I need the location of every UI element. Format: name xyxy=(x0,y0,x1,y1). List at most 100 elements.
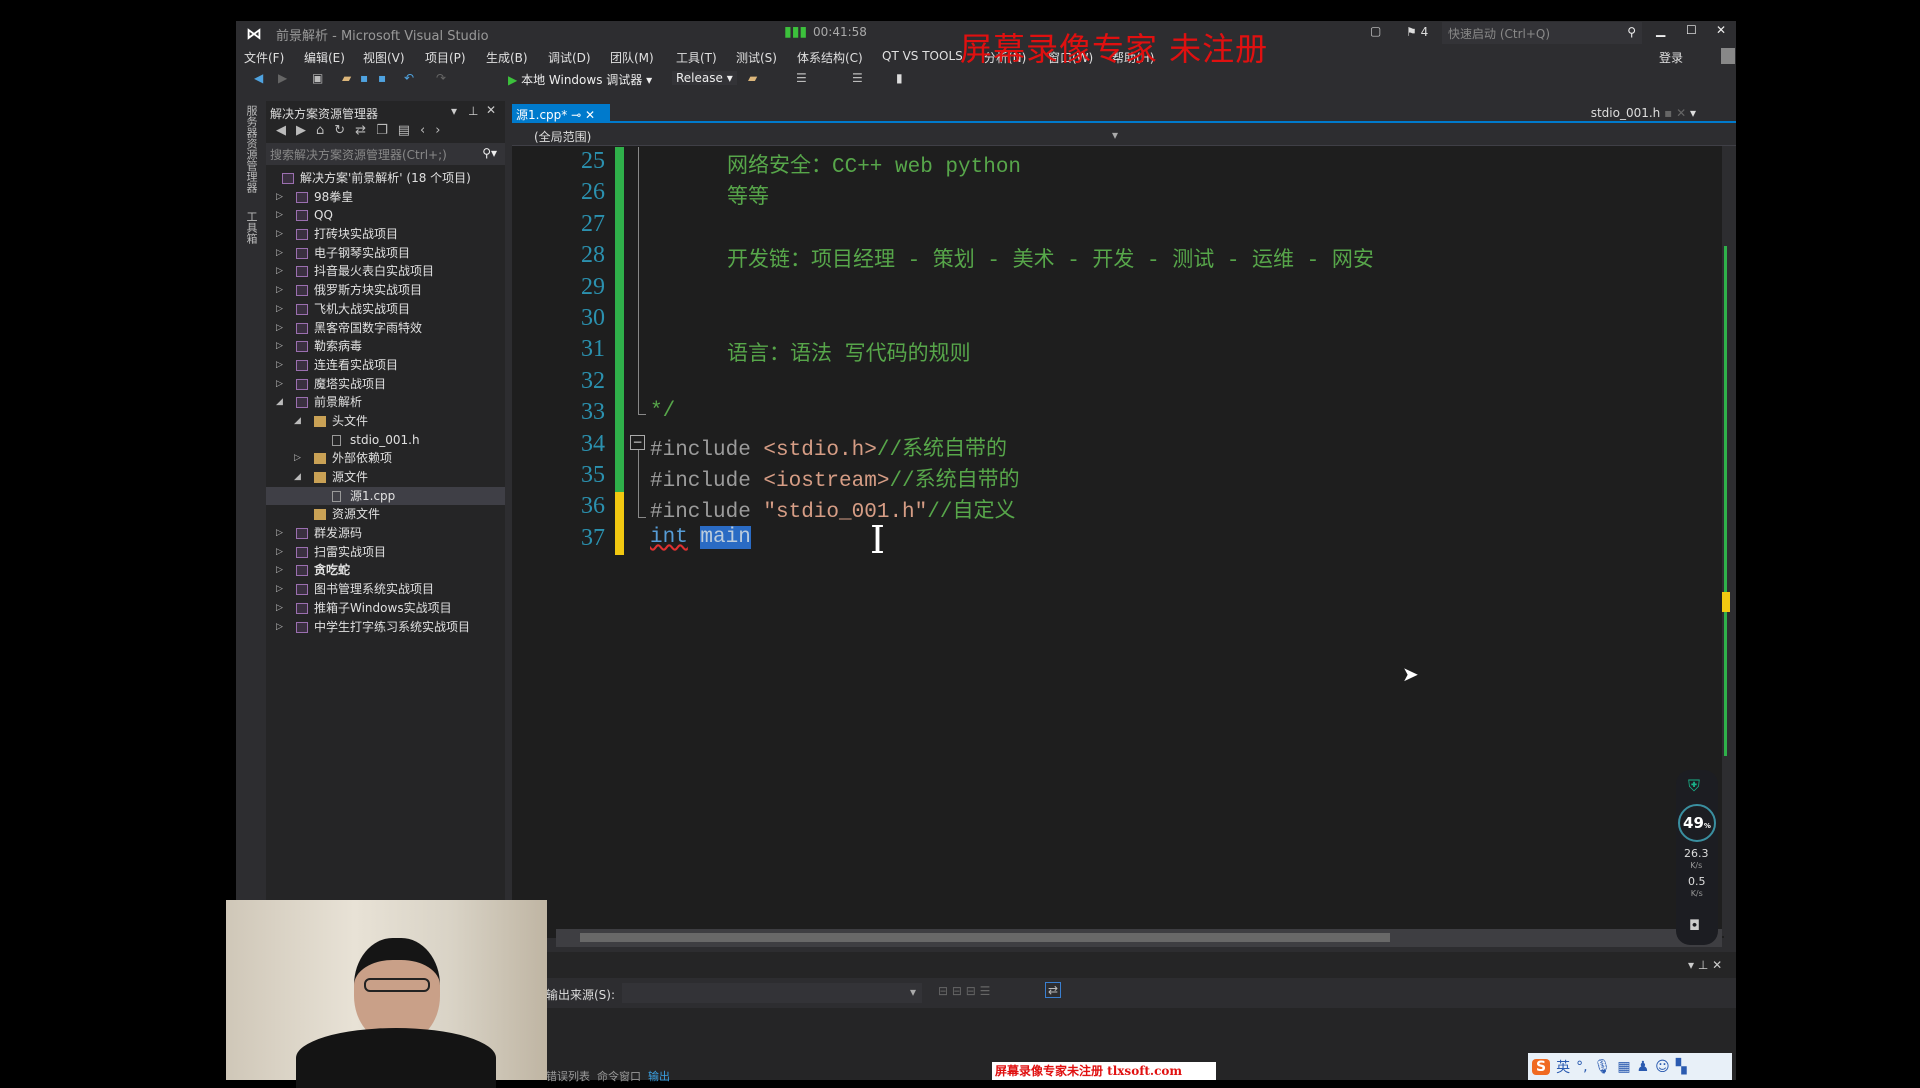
scope-dropdown[interactable]: (全局范围) ▾ xyxy=(512,125,1736,146)
save-icon[interactable]: ▪ xyxy=(360,71,368,85)
microphone-icon[interactable]: 🎙 xyxy=(1594,1059,1612,1075)
expand-right-icon[interactable]: ▷ xyxy=(276,599,283,618)
tree-node[interactable]: ▷ 勒索病毒 xyxy=(266,337,505,356)
indent-icon[interactable]: ☰ xyxy=(796,71,807,85)
tree-node[interactable]: ▷ 中学生打字练习系统实战项目 xyxy=(266,618,505,637)
tree-node[interactable]: ▷ 98拳皇 xyxy=(266,188,505,207)
tree-node[interactable]: ▷ 贪吃蛇 xyxy=(266,561,505,580)
skin-icon[interactable]: ♟ xyxy=(1637,1059,1650,1075)
maximize-button[interactable]: ☐ xyxy=(1686,23,1697,37)
assistant-icon[interactable]: ☺ xyxy=(1655,1059,1670,1075)
tree-node[interactable]: ◢ 头文件 xyxy=(266,412,505,431)
find-in-files-icon[interactable]: ▰ xyxy=(748,71,757,85)
punctuation-icon[interactable]: °, xyxy=(1576,1059,1587,1075)
config-dropdown[interactable]: Release ▾ xyxy=(672,71,737,85)
tree-node[interactable]: ▷ 连连看实战项目 xyxy=(266,356,505,375)
menu-build[interactable]: 生成(B) xyxy=(486,49,528,66)
home-icon[interactable]: ⌂ xyxy=(316,123,334,138)
screenshot-icon[interactable]: ◘ xyxy=(1689,918,1700,934)
server-explorer-tab[interactable]: 服务器资源管理器 xyxy=(243,105,259,193)
tab-error-list[interactable]: 错误列表 xyxy=(546,1070,590,1083)
tree-node[interactable]: ▷ 电子钢琴实战项目 xyxy=(266,244,505,263)
sogou-logo-icon[interactable]: S xyxy=(1532,1058,1551,1075)
expand-right-icon[interactable]: ▷ xyxy=(276,524,283,543)
code-line[interactable]: 网络安全：CC++ web python xyxy=(727,149,1021,179)
keyboard-icon[interactable]: ▦ xyxy=(1617,1059,1630,1075)
close-tab-icon[interactable]: ✕ xyxy=(1676,106,1686,120)
open-file-icon[interactable]: ▰ xyxy=(342,71,351,85)
menu-team[interactable]: 团队(M) xyxy=(610,49,654,66)
forward-icon[interactable]: ▶ xyxy=(278,71,287,85)
menu-tools[interactable]: 工具(T) xyxy=(676,49,717,66)
code-line[interactable]: 语言：语法 写代码的规则 xyxy=(727,337,971,367)
code-line[interactable]: #include <stdio.h>//系统自带的 xyxy=(650,432,1007,462)
refresh-icon[interactable]: ⇄ xyxy=(355,123,376,138)
pin-icon[interactable]: ⊥ xyxy=(468,104,478,118)
undo-icon[interactable]: ↶ xyxy=(404,71,414,85)
close-button[interactable]: ✕ xyxy=(1716,23,1726,37)
code-line[interactable]: int main xyxy=(650,525,751,549)
toolbox-tab[interactable]: 工具箱 xyxy=(243,211,259,244)
account-avatar-icon[interactable] xyxy=(1721,48,1735,64)
tree-node[interactable]: ▷ 图书管理系统实战项目 xyxy=(266,580,505,599)
forward-icon[interactable]: ▶ xyxy=(296,123,316,138)
expand-right-icon[interactable]: ▷ xyxy=(276,206,283,225)
menu-test[interactable]: 测试(S) xyxy=(736,49,777,66)
view-code-icon[interactable]: ‹› xyxy=(420,123,450,138)
pin-icon[interactable]: ⊸ xyxy=(571,108,581,122)
toolbox-icon[interactable]: ▚ xyxy=(1676,1059,1687,1075)
menu-view[interactable]: 视图(V) xyxy=(363,49,405,66)
panel-menu-icon[interactable]: ▾ xyxy=(451,104,457,118)
tree-node[interactable]: ▷ 黑客帝国数字雨特效 xyxy=(266,319,505,338)
pin-icon[interactable]: ▪ xyxy=(1664,106,1672,120)
close-panel-icon[interactable]: ✕ xyxy=(486,103,496,117)
sync-icon[interactable]: ↻ xyxy=(334,123,355,138)
tree-node[interactable]: ◢ 前景解析 xyxy=(266,393,505,412)
expand-right-icon[interactable]: ▷ xyxy=(276,580,283,599)
ime-language[interactable]: 英 xyxy=(1556,1057,1570,1077)
back-icon[interactable]: ◀ xyxy=(254,71,263,85)
tab-source1-cpp[interactable]: 源1.cpp* ⊸ ✕ xyxy=(512,104,610,123)
menu-edit[interactable]: 编辑(E) xyxy=(304,49,345,66)
expand-down-icon[interactable]: ◢ xyxy=(294,412,301,431)
code-line[interactable]: 开发链：项目经理 - 策划 - 美术 - 开发 - 测试 - 运维 - 网安 xyxy=(727,243,1374,273)
menu-project[interactable]: 项目(P) xyxy=(425,49,466,66)
code-line[interactable]: #include "stdio_001.h"//自定义 xyxy=(650,494,1015,524)
collapse-all-icon[interactable]: ❐ xyxy=(376,123,398,138)
tab-command-window[interactable]: 命令窗口 xyxy=(597,1070,641,1083)
quick-launch-input[interactable]: 快速启动 (Ctrl+Q) ⚲ xyxy=(1442,22,1642,44)
menu-debug[interactable]: 调试(D) xyxy=(548,49,591,66)
code-line[interactable]: 等等 xyxy=(727,180,769,210)
expand-right-icon[interactable]: ▷ xyxy=(276,356,283,375)
expand-down-icon[interactable]: ◢ xyxy=(294,468,301,487)
expand-right-icon[interactable]: ▷ xyxy=(294,449,301,468)
panel-menu-icon[interactable]: ▾ ⊥ ✕ xyxy=(1688,958,1722,972)
save-all-icon[interactable]: ▪ xyxy=(378,71,386,85)
expand-right-icon[interactable]: ▷ xyxy=(276,618,283,637)
expand-right-icon[interactable]: ▷ xyxy=(276,543,283,562)
collapse-region-icon[interactable]: − xyxy=(630,435,645,450)
menu-architecture[interactable]: 体系结构(C) xyxy=(797,49,863,66)
tree-node[interactable]: ▷ 打砖块实战项目 xyxy=(266,225,505,244)
tree-node[interactable]: 解决方案'前景解析' (18 个项目) xyxy=(266,169,505,188)
tree-node[interactable]: ▷ 抖音最火表白实战项目 xyxy=(266,262,505,281)
back-icon[interactable]: ◀ xyxy=(276,123,296,138)
code-line[interactable]: */ xyxy=(650,400,675,423)
scroll-thumb[interactable] xyxy=(580,933,1390,942)
expand-right-icon[interactable]: ▷ xyxy=(276,337,283,356)
login-link[interactable]: 登录 xyxy=(1659,49,1683,66)
tree-node[interactable]: ▷ 外部依赖项 xyxy=(266,449,505,468)
notification-flag[interactable]: ⚑ 4 xyxy=(1406,25,1428,39)
tree-node[interactable]: ▷ 推箱子Windows实战项目 xyxy=(266,599,505,618)
find-message-icon[interactable]: ⊟ ⊟ ⊟ ☰ xyxy=(938,984,990,998)
menu-qt-vs-tools[interactable]: QT VS TOOLS xyxy=(882,49,963,63)
horizontal-scrollbar[interactable] xyxy=(556,929,1722,947)
tree-node[interactable]: ▷ 俄罗斯方块实战项目 xyxy=(266,281,505,300)
expand-right-icon[interactable]: ▷ xyxy=(276,281,283,300)
expand-right-icon[interactable]: ▷ xyxy=(276,188,283,207)
minimize-button[interactable]: ▁ xyxy=(1656,23,1665,37)
tree-node[interactable]: ▷ 飞机大战实战项目 xyxy=(266,300,505,319)
tree-node[interactable]: ▷ QQ xyxy=(266,206,505,225)
expand-right-icon[interactable]: ▷ xyxy=(276,244,283,263)
tab-stdio-001-h[interactable]: stdio_001.h ▪ ✕ ▾ xyxy=(1591,106,1696,120)
